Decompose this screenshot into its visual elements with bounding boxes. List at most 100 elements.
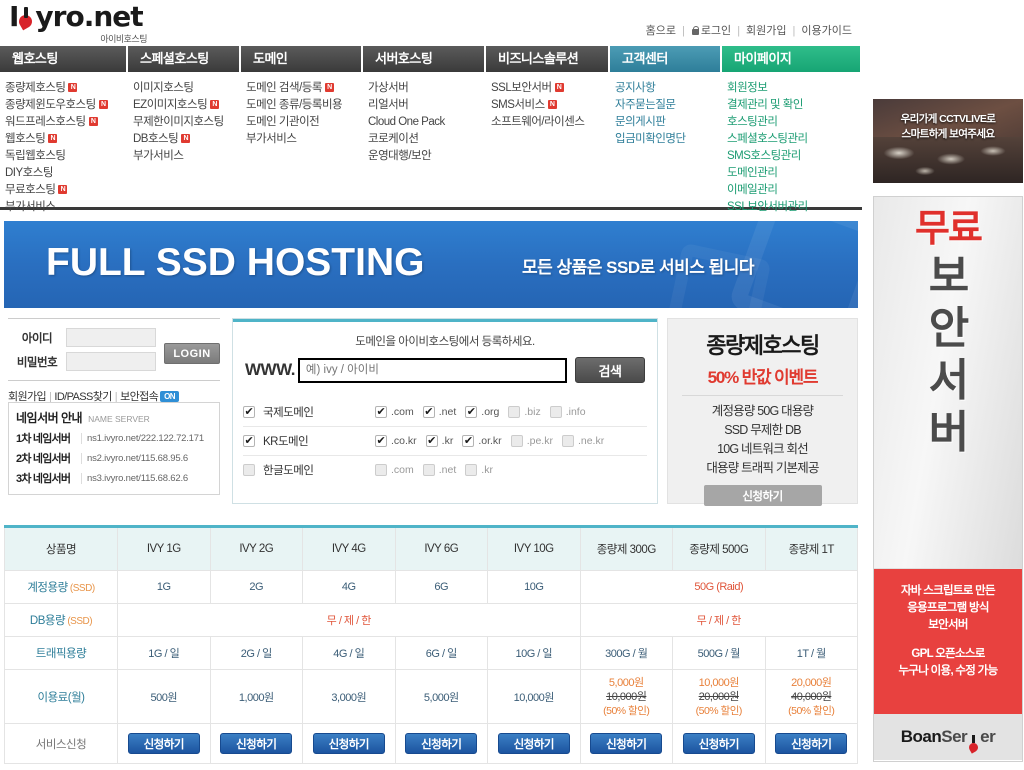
nav-tab-0[interactable]: 웹호스팅 xyxy=(0,46,128,72)
mega-item-4-0[interactable]: SSL보안서버 N xyxy=(486,80,610,97)
apply-button-6[interactable]: 신청하기 xyxy=(682,733,755,754)
tld-option-0-2[interactable]: .org xyxy=(465,405,499,419)
domain-group-0[interactable]: 국제도메인 xyxy=(243,404,375,420)
mega-item-2-0[interactable]: 도메인 검색/등록 N xyxy=(241,80,363,97)
ad-cctv-banner[interactable]: 우리가게 CCTVLIVE로 스마트하게 보여주세요 xyxy=(873,99,1023,183)
site-logo[interactable]: Iyro.net 아이비호스팅 xyxy=(9,3,149,45)
mega-item-1-3[interactable]: DB호스팅 N xyxy=(128,131,241,148)
mega-item-4-1[interactable]: SMS서비스 N xyxy=(486,97,610,114)
mega-item-0-6[interactable]: 무료호스팅 N xyxy=(0,182,128,199)
mega-item-3-2[interactable]: Cloud One Pack xyxy=(363,114,486,131)
domain-group-2[interactable]: 한글도메인 xyxy=(243,462,375,478)
login-password-input[interactable] xyxy=(66,352,156,371)
mega-item-6-5[interactable]: 도메인관리 xyxy=(722,165,860,182)
apply-button-2[interactable]: 신청하기 xyxy=(312,733,385,754)
mega-item-6-6[interactable]: 이메일관리 xyxy=(722,182,860,199)
mega-item-2-3[interactable]: 부가서비스 xyxy=(241,131,363,148)
mega-item-1-2[interactable]: 무제한이미지호스팅 xyxy=(128,114,241,131)
top-link-home[interactable]: 홈으로 xyxy=(646,25,676,37)
top-link-login[interactable]: 로그인 xyxy=(701,25,731,37)
nav-tab-5[interactable]: 고객센터 xyxy=(610,46,722,72)
checkbox-tld-1-4[interactable] xyxy=(561,435,574,447)
tld-option-0-1[interactable]: .net xyxy=(422,405,456,419)
tld-option-2-1[interactable]: .net xyxy=(422,464,456,476)
mega-item-5-2[interactable]: 문의게시판 xyxy=(610,114,722,131)
mega-item-2-2[interactable]: 도메인 기관이전 xyxy=(241,114,363,131)
apply-button-4[interactable]: 신청하기 xyxy=(497,733,570,754)
mega-item-6-0[interactable]: 회원정보 xyxy=(722,80,860,97)
checkbox-tld-0-0[interactable] xyxy=(375,405,387,419)
promo-apply-button[interactable]: 신청하기 xyxy=(703,485,822,506)
tld-option-2-0[interactable]: .com xyxy=(375,464,414,476)
mega-item-4-2[interactable]: 소프트웨어/라이센스 xyxy=(486,114,610,131)
tld-option-0-4[interactable]: .info xyxy=(549,405,586,418)
mega-item-1-1[interactable]: EZ이미지호스팅 N xyxy=(128,97,241,114)
domain-search-input[interactable] xyxy=(297,357,567,383)
tld-option-1-3[interactable]: .pe.kr xyxy=(510,435,553,447)
checkbox-tld-2-0[interactable] xyxy=(375,464,387,476)
tld-option-2-2[interactable]: .kr xyxy=(465,464,493,476)
secure-on-badge[interactable]: ON xyxy=(160,391,179,402)
checkbox-tld-1-3[interactable] xyxy=(510,435,523,447)
domain-group-1[interactable]: KR도메인 xyxy=(243,433,375,449)
top-link-signup[interactable]: 회원가입 xyxy=(746,25,786,37)
nav-tab-3[interactable]: 서버호스팅 xyxy=(363,46,486,72)
ssd-hero-banner[interactable]: FULL SSD HOSTING 모든 상품은 SSD로 서비스 됩니다 xyxy=(4,221,858,308)
mega-item-6-1[interactable]: 결제관리 및 확인 xyxy=(722,97,860,114)
mega-item-0-5[interactable]: DIY호스팅 xyxy=(0,165,128,182)
checkbox-tld-1-2[interactable] xyxy=(462,434,475,448)
mega-item-0-2[interactable]: 워드프레스호스팅 N xyxy=(0,114,128,131)
tld-option-0-3[interactable]: .biz xyxy=(508,405,541,418)
mega-item-6-2[interactable]: 호스팅관리 xyxy=(722,114,860,131)
checkbox-tld-1-0[interactable] xyxy=(375,434,387,448)
checkbox-group-1[interactable] xyxy=(243,434,255,448)
tld-option-0-0[interactable]: .com xyxy=(375,405,414,419)
nav-tab-1[interactable]: 스페셜호스팅 xyxy=(128,46,241,72)
top-link-guide[interactable]: 이용가이드 xyxy=(801,25,852,37)
mega-item-6-3[interactable]: 스페셜호스팅관리 xyxy=(722,131,860,148)
login-id-input[interactable] xyxy=(66,328,156,347)
mega-item-3-0[interactable]: 가상서버 xyxy=(363,80,486,97)
apply-button-7[interactable]: 신청하기 xyxy=(775,733,848,754)
nav-tab-6[interactable]: 마이페이지 xyxy=(722,46,860,72)
mega-item-3-4[interactable]: 운영대행/보안 xyxy=(363,148,486,165)
apply-button-5[interactable]: 신청하기 xyxy=(590,733,663,754)
promo-box[interactable]: 종량제호스팅 50% 반값 이벤트 계정용량 50G 대용량 SSD 무제한 DB… xyxy=(667,318,858,506)
apply-button-0[interactable]: 신청하기 xyxy=(127,733,200,754)
tld-option-1-4[interactable]: .ne.kr xyxy=(561,435,604,447)
checkbox-tld-2-2[interactable] xyxy=(465,464,478,476)
mega-item-5-1[interactable]: 자주묻는질문 xyxy=(610,97,722,114)
checkbox-tld-0-2[interactable] xyxy=(465,405,478,419)
tld-option-1-1[interactable]: .kr xyxy=(425,434,453,448)
mega-item-0-1[interactable]: 종량제윈도우호스팅 N xyxy=(0,97,128,114)
mega-item-3-3[interactable]: 코로케이션 xyxy=(363,131,486,148)
tld-option-1-0[interactable]: .co.kr xyxy=(375,434,417,448)
tld-option-1-2[interactable]: .or.kr xyxy=(462,434,502,448)
nav-tab-4[interactable]: 비즈니스솔루션 xyxy=(486,46,610,72)
domain-search-button[interactable]: 검색 xyxy=(575,357,645,383)
mega-item-3-1[interactable]: 리얼서버 xyxy=(363,97,486,114)
login-button[interactable]: LOGIN xyxy=(164,343,220,364)
checkbox-group-0[interactable] xyxy=(243,405,255,419)
mega-item-2-1[interactable]: 도메인 종류/등록비용 xyxy=(241,97,363,114)
checkbox-tld-2-1[interactable] xyxy=(422,464,435,476)
mega-item-6-4[interactable]: SMS호스팅관리 xyxy=(722,148,860,165)
mega-item-0-4[interactable]: 독립웹호스팅 xyxy=(0,148,128,165)
checkbox-tld-0-3[interactable] xyxy=(508,405,521,418)
checkbox-tld-1-1[interactable] xyxy=(425,434,438,448)
checkbox-group-2[interactable] xyxy=(243,464,255,476)
mega-item-5-3[interactable]: 입금미확인명단 xyxy=(610,131,722,148)
apply-button-3[interactable]: 신청하기 xyxy=(405,733,478,754)
mega-item-0-7[interactable]: 부가서비스 xyxy=(0,199,128,216)
mega-item-1-4[interactable]: 부가서비스 xyxy=(128,148,241,165)
ad-boanserver-banner[interactable]: 무료 보안서버 자바 스크립트로 만든 응용프로그램 방식 보안서버 GPL 오픈소… xyxy=(873,196,1023,762)
mega-item-0-3[interactable]: 웹호스팅 N xyxy=(0,131,128,148)
mega-item-6-7[interactable]: SSL보안서버관리 xyxy=(722,199,860,216)
nav-tab-2[interactable]: 도메인 xyxy=(241,46,363,72)
mega-item-1-0[interactable]: 이미지호스팅 xyxy=(128,80,241,97)
mega-item-5-0[interactable]: 공지사항 xyxy=(610,80,722,97)
checkbox-tld-0-4[interactable] xyxy=(549,405,562,418)
apply-button-1[interactable]: 신청하기 xyxy=(220,733,293,754)
mega-item-0-0[interactable]: 종량제호스팅 N xyxy=(0,80,128,97)
checkbox-tld-0-1[interactable] xyxy=(422,405,435,419)
